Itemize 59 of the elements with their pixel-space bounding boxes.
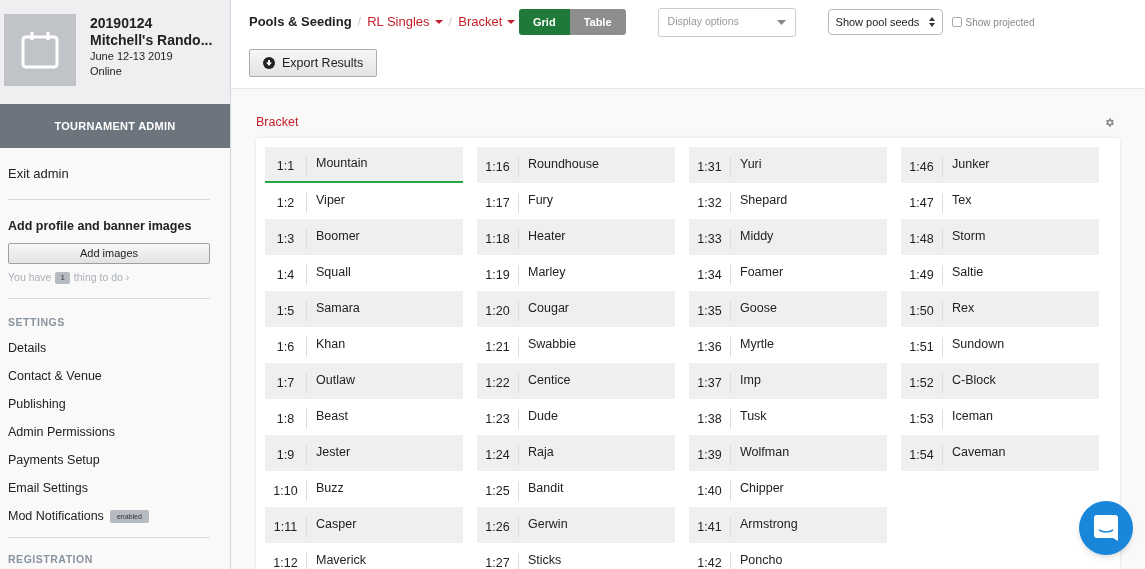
seed-row[interactable]: 1:41 Armstrong bbox=[689, 506, 887, 543]
seed-row[interactable]: 1:22 Centice bbox=[477, 362, 675, 399]
seed-row[interactable]: 1:33 Middy bbox=[689, 218, 887, 255]
seed-row[interactable]: 1:16 Roundhouse bbox=[477, 146, 675, 183]
sidebar-link[interactable]: Payments Setup bbox=[8, 451, 100, 470]
section-heading: REGISTRATION bbox=[8, 551, 94, 567]
event-code: 20190124 bbox=[90, 15, 154, 32]
download-icon bbox=[263, 57, 275, 69]
settings-icon[interactable] bbox=[1104, 116, 1115, 128]
section-title: Bracket bbox=[256, 114, 299, 131]
show-projected-label: Show projected bbox=[965, 15, 1035, 30]
seed-row[interactable]: 1:11 Casper bbox=[265, 506, 463, 543]
sidebar-link[interactable]: Details bbox=[8, 339, 47, 358]
breadcrumb-link[interactable]: Pools & Seeding bbox=[249, 12, 352, 32]
calendar-icon bbox=[19, 29, 61, 71]
event-name[interactable]: Mitchell's Rando... bbox=[90, 32, 213, 49]
seed-select[interactable]: Show pool seeds bbox=[827, 9, 943, 35]
breadcrumb-link[interactable]: RL Singles bbox=[367, 12, 443, 32]
seed-row[interactable]: 1:39 Wolfman bbox=[689, 434, 887, 471]
seed-row[interactable]: 1:37 Imp bbox=[689, 362, 887, 399]
updown-icon bbox=[928, 17, 935, 27]
admin-bar: TOURNAMENT ADMIN bbox=[0, 104, 230, 148]
seed-row[interactable]: 1:35 Goose bbox=[689, 290, 887, 327]
chat-icon bbox=[1094, 515, 1118, 541]
section-heading: SETTINGS bbox=[8, 314, 66, 330]
event-dates: June 12-13 2019 bbox=[90, 49, 174, 64]
seed-row[interactable]: 1:3 Boomer bbox=[265, 218, 463, 255]
event-location: Online bbox=[90, 64, 123, 79]
show-projected-checkbox[interactable] bbox=[951, 17, 962, 27]
seed-row[interactable]: 1:50 Rex bbox=[901, 290, 1099, 327]
seed-row[interactable]: 1:24 Raja bbox=[477, 434, 675, 471]
seed-row[interactable]: 1:26 Gerwin bbox=[477, 506, 675, 543]
seed-row[interactable]: 1:1 Mountain bbox=[265, 146, 463, 183]
seed-row[interactable]: 1:54 Caveman bbox=[901, 434, 1099, 471]
view-toggle-tab[interactable]: Grid bbox=[519, 9, 570, 35]
caret-icon bbox=[776, 19, 786, 25]
seed-row[interactable]: 1:7 Outlaw bbox=[265, 362, 463, 399]
sidebar-link[interactable]: Mod Notifications bbox=[8, 507, 104, 526]
sidebar-link[interactable]: Admin Permissions bbox=[8, 423, 115, 442]
breadcrumb-separator: / bbox=[357, 13, 362, 32]
todo-count: 1 bbox=[55, 271, 70, 284]
seed-row[interactable]: 1:52 C-Block bbox=[901, 362, 1099, 399]
sidebar-link[interactable]: Contact & Venue bbox=[8, 367, 102, 386]
exit-admin-link[interactable]: Exit admin bbox=[8, 163, 69, 184]
add-images-button[interactable]: Add images bbox=[8, 242, 210, 264]
seed-row[interactable]: 1:18 Heater bbox=[477, 218, 675, 255]
seed-row[interactable]: 1:48 Storm bbox=[901, 218, 1099, 255]
seed-row[interactable]: 1:46 Junker bbox=[901, 146, 1099, 183]
seed-row[interactable]: 1:9 Jester bbox=[265, 434, 463, 471]
sidebar-link[interactable]: Email Settings bbox=[8, 479, 88, 498]
breadcrumb-link[interactable]: Bracket bbox=[458, 12, 516, 32]
sidebar-link[interactable]: Publishing bbox=[8, 395, 66, 414]
seed-row[interactable]: 1:5 Samara bbox=[265, 290, 463, 327]
seed-row[interactable]: 1:20 Cougar bbox=[477, 290, 675, 327]
export-results-button[interactable]: Export Results bbox=[249, 49, 378, 77]
seed-row[interactable]: 1:31 Yuri bbox=[689, 146, 887, 183]
todo-text: You have bbox=[8, 270, 52, 285]
task-title: Add profile and banner images bbox=[8, 218, 193, 235]
breadcrumb-separator: / bbox=[448, 13, 453, 32]
